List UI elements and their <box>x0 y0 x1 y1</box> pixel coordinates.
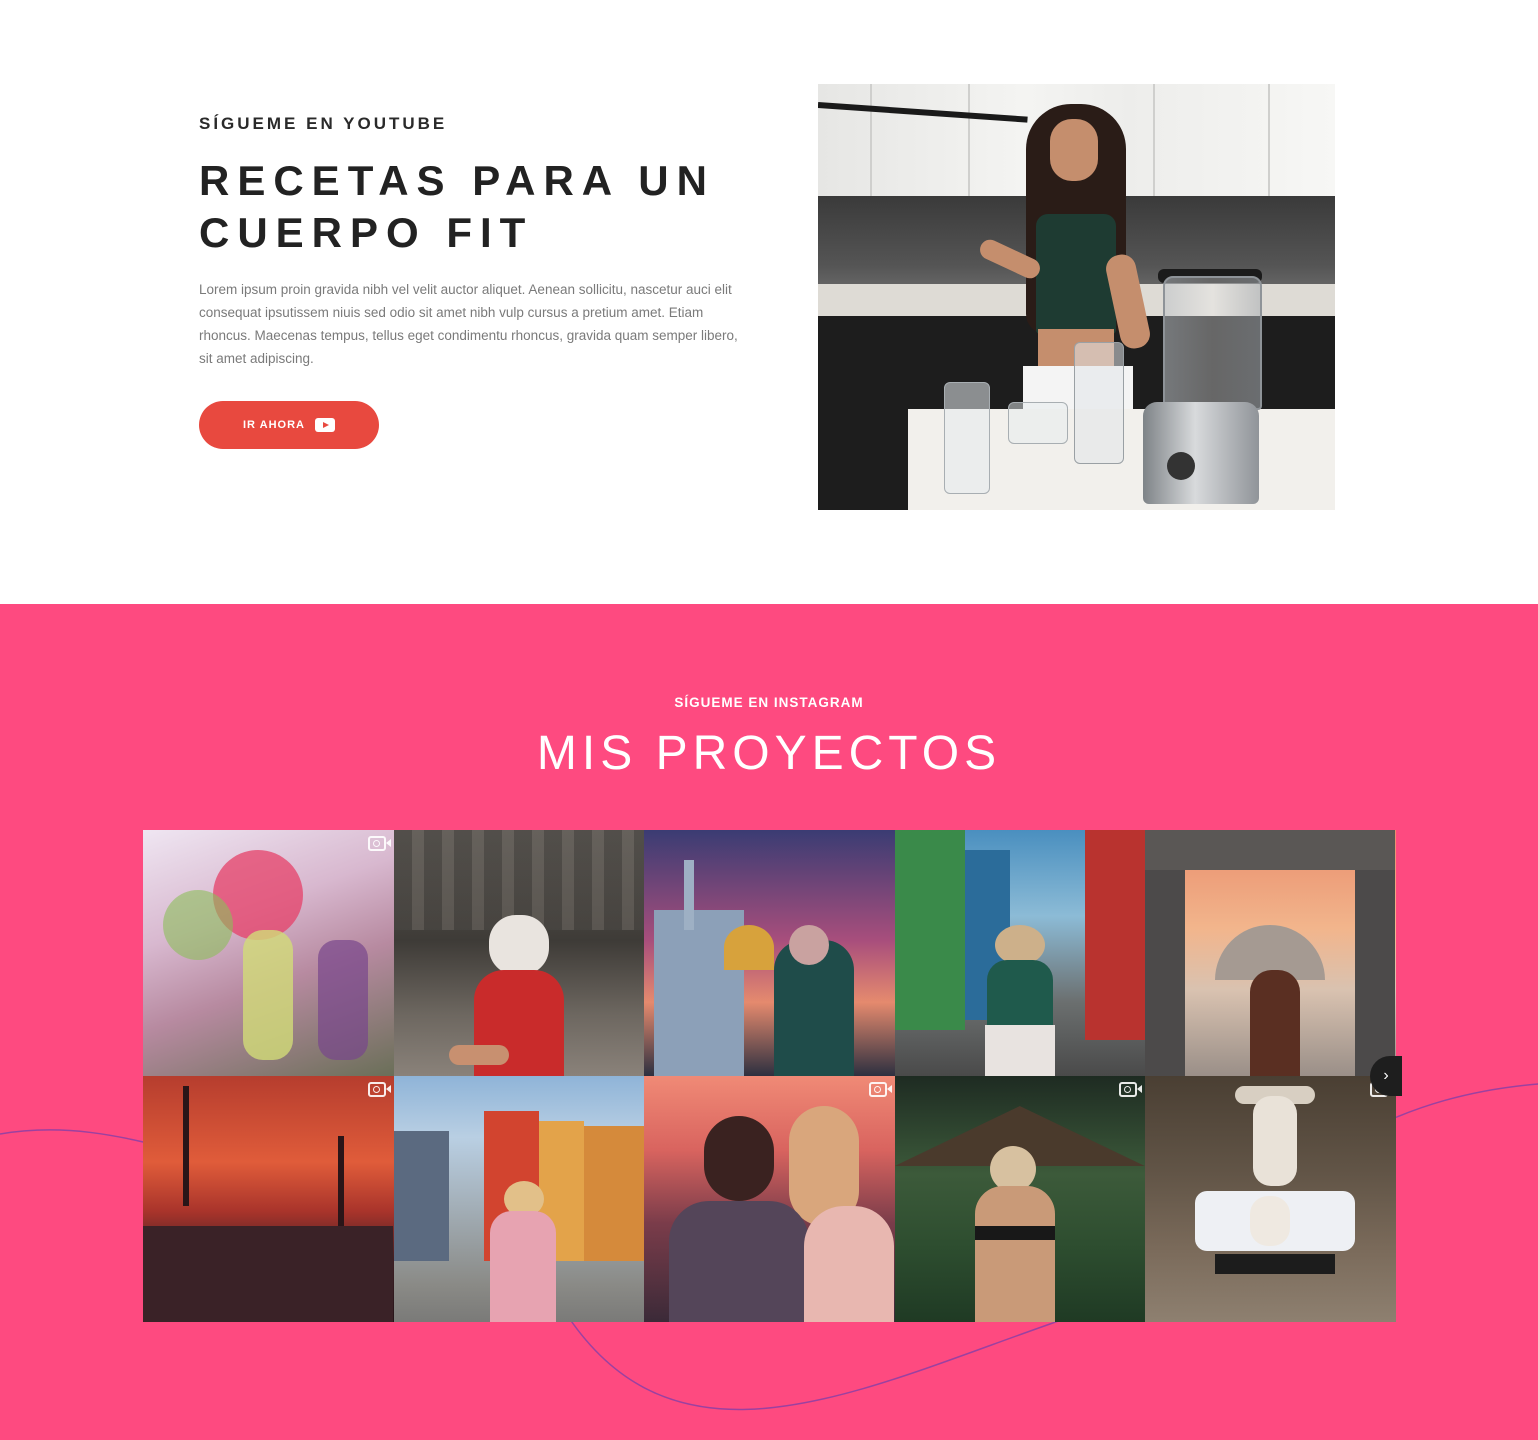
youtube-description: Lorem ipsum proin gravida nibh vel velit… <box>199 282 738 366</box>
youtube-section: SÍGUEME EN YOUTUBE RECETAS PARA UN CUERP… <box>0 0 1538 604</box>
woman-face <box>1050 119 1098 181</box>
youtube-play-icon <box>314 418 335 432</box>
video-camera-icon <box>367 836 391 851</box>
instagram-post[interactable] <box>143 1076 394 1322</box>
ir-ahora-label: IR AHORA <box>243 419 305 431</box>
chevron-right-icon[interactable]: › <box>1370 1056 1402 1096</box>
woman-top <box>1036 214 1116 334</box>
instagram-post[interactable] <box>1145 1076 1396 1322</box>
instagram-post[interactable] <box>644 830 895 1076</box>
glass-jar <box>1008 402 1068 444</box>
instagram-post[interactable] <box>644 1076 895 1322</box>
video-camera-icon <box>367 1082 391 1097</box>
instagram-post[interactable] <box>894 1076 1146 1322</box>
video-camera-icon <box>1119 1082 1143 1097</box>
instagram-post[interactable] <box>894 830 1146 1076</box>
instagram-feed-grid <box>143 830 1396 1322</box>
instagram-post[interactable] <box>1145 830 1396 1076</box>
blender <box>1163 276 1262 410</box>
youtube-title: RECETAS PARA UN CUERPO FIT <box>199 157 715 256</box>
video-camera-icon <box>868 1082 892 1097</box>
instagram-kicker: SÍGUEME EN INSTAGRAM <box>674 695 864 710</box>
glass-jar <box>944 382 990 494</box>
glass-bottle <box>1074 342 1124 464</box>
instagram-post[interactable] <box>393 830 645 1076</box>
instagram-section: SÍGUEME EN INSTAGRAM MIS PROYECTOS › <box>0 604 1538 1440</box>
instagram-post[interactable] <box>143 830 394 1076</box>
youtube-kicker: SÍGUEME EN YOUTUBE <box>199 114 448 133</box>
kitchen-video-thumbnail[interactable] <box>818 84 1335 510</box>
instagram-title: MIS PROYECTOS <box>536 727 1002 780</box>
ir-ahora-button[interactable]: IR AHORA <box>199 401 379 449</box>
instagram-post[interactable] <box>393 1076 645 1322</box>
